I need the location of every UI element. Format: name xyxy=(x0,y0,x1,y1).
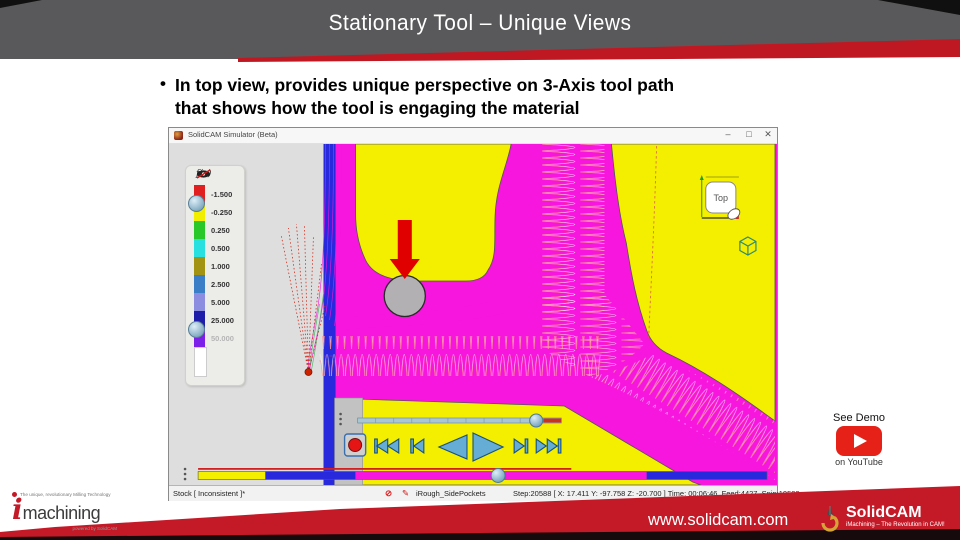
legend-swatch xyxy=(194,257,205,275)
bullet-block: • In top view, provides unique perspecti… xyxy=(160,74,850,120)
legend-value: 0.250 xyxy=(211,226,230,235)
legend-swatch-white xyxy=(194,347,207,377)
window-title: SolidCAM Simulator (Beta) xyxy=(188,130,278,139)
eye-off-icon[interactable] xyxy=(196,169,211,179)
solidcam-emblem-icon xyxy=(818,505,842,533)
slide-title: Stationary Tool – Unique Views xyxy=(24,10,936,36)
legend-value: 5.000 xyxy=(211,298,230,307)
close-button[interactable]: ✕ xyxy=(761,129,775,140)
speed-slider-thumb[interactable] xyxy=(530,414,543,427)
minimize-button[interactable]: – xyxy=(721,129,735,139)
legend-swatch xyxy=(194,275,205,293)
legend-swatch xyxy=(194,221,205,239)
youtube-play-button[interactable] xyxy=(836,426,882,456)
deviation-legend-panel: f(x) -1.500 -0.250 0.250 0.500 1.000 2.5… xyxy=(185,165,245,386)
play-icon xyxy=(854,434,867,448)
app-icon xyxy=(174,131,183,140)
simulation-viewport[interactable]: Top xyxy=(169,144,777,485)
legend-value: 0.500 xyxy=(211,244,230,253)
legend-value: 2.500 xyxy=(211,280,230,289)
drag-handle-dots-top[interactable] xyxy=(339,413,342,426)
imachining-i: i xyxy=(12,493,23,526)
toolpath-start-point xyxy=(305,369,312,376)
on-youtube-label: on YouTube xyxy=(813,457,905,467)
toolpath-vertical-band xyxy=(542,144,604,312)
drag-handle-dots-bottom[interactable] xyxy=(184,468,187,481)
operation-name: iRough_SidePockets xyxy=(416,489,486,498)
youtube-demo-block: See Demo on YouTube xyxy=(813,412,905,467)
legend-value: 25.000 xyxy=(211,316,234,325)
cutting-tool xyxy=(384,276,425,317)
maximize-button[interactable]: □ xyxy=(742,129,756,139)
bullet-line-1: In top view, provides unique perspective… xyxy=(175,74,674,97)
record-icon xyxy=(349,439,362,452)
legend-range-handle-upper[interactable] xyxy=(188,195,205,212)
solidcam-brand: SolidCAM xyxy=(846,505,945,521)
imachining-logo: The unique, revolutionary Milling Techno… xyxy=(12,492,142,531)
simulator-window: SolidCAM Simulator (Beta) – □ ✕ xyxy=(168,127,778,501)
imachining-rest: machining xyxy=(23,503,101,523)
no-entry-icon: ⊘ xyxy=(385,488,392,499)
legend-swatch xyxy=(194,239,205,257)
solidcam-tagline: iMachining – The Revolution in CAM! xyxy=(846,522,945,528)
view-cube-label: Top xyxy=(714,193,729,203)
legend-value: -0.250 xyxy=(211,208,232,217)
see-demo-label: See Demo xyxy=(813,412,905,424)
legend-value: 50.000 xyxy=(211,334,234,343)
stock-island-top xyxy=(356,144,512,281)
stock-status: Stock [ Inconsistent ]* xyxy=(173,489,245,498)
legend-swatch xyxy=(194,293,205,311)
slider-remainder xyxy=(543,419,561,423)
window-titlebar[interactable]: SolidCAM Simulator (Beta) – □ ✕ xyxy=(169,128,777,144)
progress-thumb[interactable] xyxy=(491,469,505,483)
bullet-marker: • xyxy=(160,74,166,120)
solidcam-logo: SolidCAM iMachining – The Revolution in … xyxy=(818,505,945,533)
legend-value: 1.000 xyxy=(211,262,230,271)
edit-pen-icon: ✎ xyxy=(402,488,409,499)
legend-value: -1.500 xyxy=(211,190,232,199)
bullet-line-2: that shows how the tool is engaging the … xyxy=(175,97,674,120)
operation-progress-bar[interactable] xyxy=(198,472,767,480)
footer-url[interactable]: www.solidcam.com xyxy=(648,511,788,530)
slide: Stationary Tool – Unique Views • In top … xyxy=(0,0,960,540)
progress-marker-line xyxy=(198,468,571,470)
legend-range-handle-lower[interactable] xyxy=(188,321,205,338)
